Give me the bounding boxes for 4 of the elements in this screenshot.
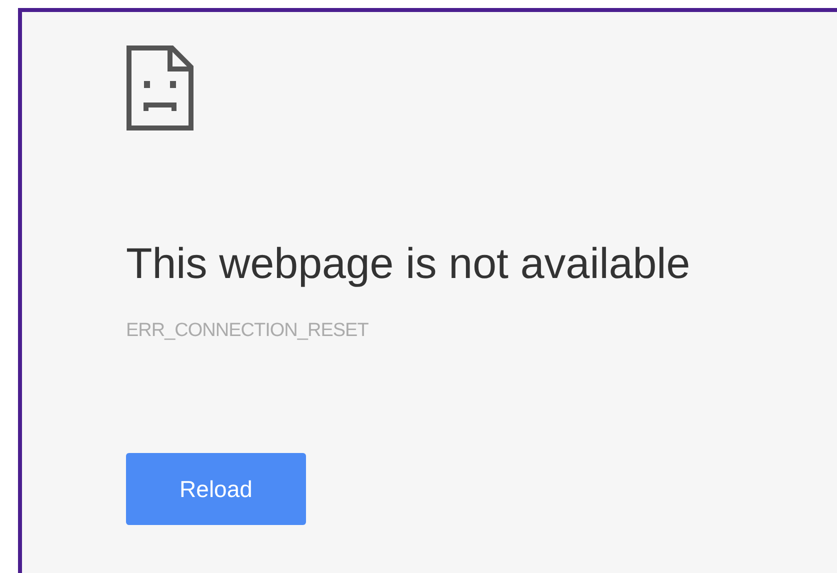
error-code: ERR_CONNECTION_RESET [126, 318, 370, 343]
reload-button[interactable]: Reload [126, 453, 306, 526]
sad-page-icon [126, 45, 194, 131]
error-title: This webpage is not available [126, 239, 692, 290]
